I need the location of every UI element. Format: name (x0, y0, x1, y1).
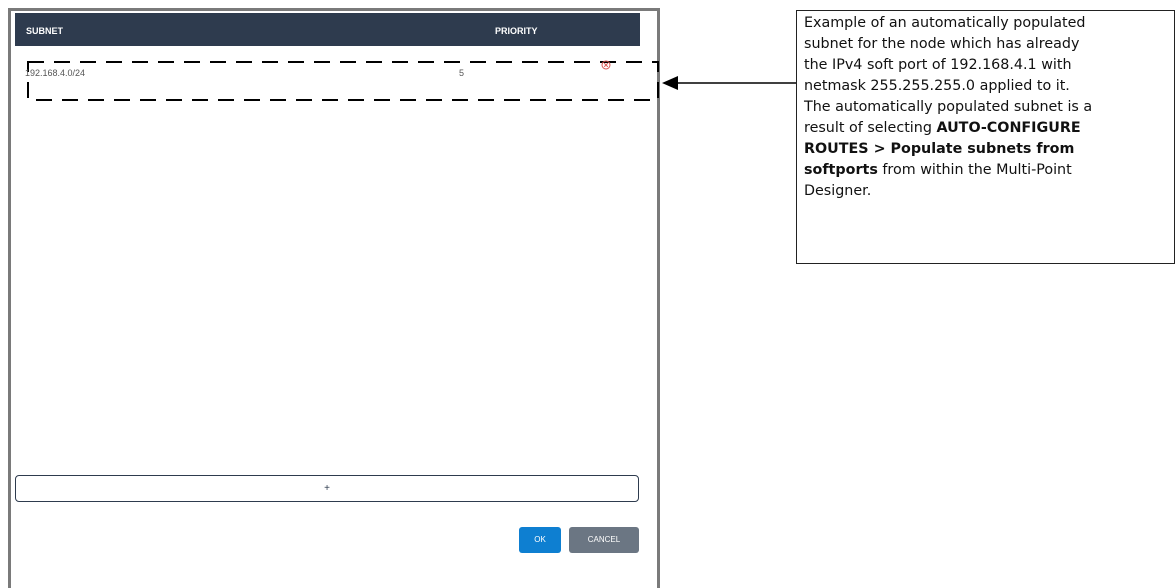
callout-line: subnet for the node which has already (804, 36, 1080, 52)
callout-line: The automatically populated subnet is a (804, 99, 1093, 115)
callout-line: softports from within the Multi-Point (804, 160, 1174, 181)
callout-text: from within the Multi-Point (877, 162, 1072, 178)
callout-bold-text: AUTO-CONFIGURE (936, 120, 1081, 136)
callout-bold-text: softports (804, 162, 878, 178)
callout-line: netmask 255.255.255.0 applied to it. (804, 78, 1070, 94)
callout-text: result of selecting (804, 120, 937, 136)
callout-bold-text: ROUTES > Populate subnets from (804, 141, 1075, 157)
callout-line: the IPv4 soft port of 192.168.4.1 with (804, 57, 1072, 73)
callout-line: result of selecting AUTO-CONFIGURE (804, 118, 1174, 139)
callout-line: Example of an automatically populated (804, 15, 1086, 31)
callout-line: Designer. (804, 183, 872, 199)
callout-box: Example of an automatically populated su… (796, 10, 1175, 264)
callout-line: ROUTES > Populate subnets from (804, 139, 1174, 160)
